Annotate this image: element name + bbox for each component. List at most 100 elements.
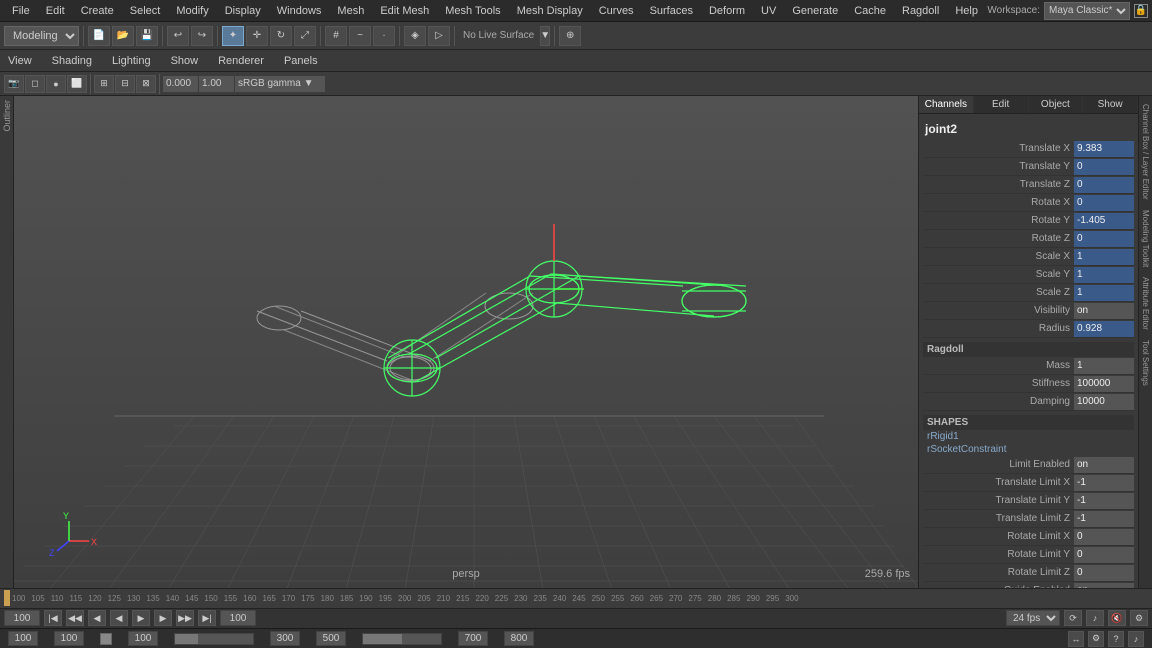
shape-rsocket[interactable]: rSocketConstraint — [923, 443, 1134, 456]
tab-lighting[interactable]: Lighting — [108, 53, 155, 69]
tab-object[interactable]: Object — [1029, 96, 1084, 113]
menu-item-help[interactable]: Help — [947, 3, 986, 19]
tab-shading[interactable]: Shading — [48, 53, 96, 69]
menu-item-windows[interactable]: Windows — [269, 3, 330, 19]
prev-frame-btn[interactable]: ◀ — [88, 610, 106, 626]
menu-item-generate[interactable]: Generate — [784, 3, 846, 19]
end-frame-field[interactable]: 100 — [220, 610, 256, 626]
menu-item-display[interactable]: Display — [217, 3, 269, 19]
render-settings-btn[interactable]: ◈ — [404, 26, 426, 46]
redo-btn[interactable]: ↪ — [191, 26, 213, 46]
menu-item-mesh[interactable]: Mesh — [329, 3, 372, 19]
timeline[interactable]: 100 105 110 115 120 125 130 135 140 145 … — [0, 589, 1152, 609]
exposure-field[interactable]: 0.000 — [163, 76, 198, 92]
shape-rrigid1[interactable]: rRigid1 — [923, 430, 1134, 443]
new-file-btn[interactable]: 📄 — [88, 26, 110, 46]
mode-selector[interactable]: Modeling — [4, 26, 79, 46]
film-gate-btn[interactable]: ⊟ — [115, 75, 135, 93]
menu-item-cache[interactable]: Cache — [846, 3, 894, 19]
status-field-5[interactable]: 500 — [316, 631, 346, 646]
open-file-btn[interactable]: 📂 — [112, 26, 134, 46]
tab-channels[interactable]: Channels — [919, 96, 974, 113]
loop-btn[interactable]: ⟳ — [1064, 610, 1082, 626]
cam-select-btn[interactable]: 📷 — [4, 75, 24, 93]
menu-item-mesh-tools[interactable]: Mesh Tools — [437, 3, 508, 19]
status-icon-4[interactable]: ♪ — [1128, 631, 1144, 647]
edge-tab-modeling-toolkit[interactable]: Modeling Toolkit — [1139, 206, 1152, 271]
menu-item-mesh-display[interactable]: Mesh Display — [509, 3, 591, 19]
go-start-btn[interactable]: |◀ — [44, 610, 62, 626]
start-frame-field[interactable]: 100 — [4, 610, 40, 626]
tab-panels[interactable]: Panels — [280, 53, 322, 69]
menu-item-modify[interactable]: Modify — [168, 3, 216, 19]
snap-grid-btn[interactable]: # — [325, 26, 347, 46]
menu-item-ragdoll[interactable]: Ragdoll — [894, 3, 947, 19]
menu-item-curves[interactable]: Curves — [591, 3, 642, 19]
status-field-3[interactable]: 100 — [128, 631, 158, 646]
step-fwd-btn[interactable]: ▶▶ — [176, 610, 194, 626]
step-back-btn[interactable]: ◀◀ — [66, 610, 84, 626]
construction-history-btn[interactable]: ⊕ — [559, 26, 581, 46]
color-space-select[interactable]: sRGB gamma ▼ — [235, 76, 325, 92]
status-field-6[interactable]: 700 — [458, 631, 488, 646]
mute-btn[interactable]: 🔇 — [1108, 610, 1126, 626]
edge-tab-channel-box[interactable]: Channel Box / Layer Editor — [1139, 100, 1152, 204]
color-swatch[interactable] — [100, 633, 112, 645]
save-file-btn[interactable]: 💾 — [136, 26, 158, 46]
tab-show[interactable]: Show — [1083, 96, 1138, 113]
status-field-2[interactable]: 100 — [54, 631, 84, 646]
go-end-btn[interactable]: ▶| — [198, 610, 216, 626]
range-bar-1[interactable] — [174, 633, 254, 645]
status-field-7[interactable]: 800 — [504, 631, 534, 646]
snap-point-btn[interactable]: · — [373, 26, 395, 46]
timeline-playhead[interactable] — [4, 590, 10, 606]
status-field-1[interactable]: 100 — [8, 631, 38, 646]
tab-renderer[interactable]: Renderer — [214, 53, 268, 69]
render-btn[interactable]: ▷ — [428, 26, 450, 46]
menu-item-create[interactable]: Create — [73, 3, 122, 19]
smooth-btn[interactable]: ● — [46, 75, 66, 93]
play-fwd-btn[interactable]: ▶ — [132, 610, 150, 626]
settings-btn[interactable]: ⚙ — [1130, 610, 1148, 626]
tab-show[interactable]: Show — [167, 53, 203, 69]
gamma-field[interactable]: 1.00 — [199, 76, 234, 92]
viewport[interactable]: Translate ` — [14, 96, 918, 588]
attr-translate-limit-x: Translate Limit X -1 — [923, 474, 1134, 492]
status-icon-1[interactable]: ↔ — [1068, 631, 1084, 647]
menu-item-edit[interactable]: Edit — [38, 3, 73, 19]
select-tool-btn[interactable]: ✦ — [222, 26, 244, 46]
attr-rotate-x: Rotate X 0 — [923, 194, 1134, 212]
range-bar-2[interactable] — [362, 633, 442, 645]
resolution-gate-btn[interactable]: ⊠ — [136, 75, 156, 93]
status-field-4[interactable]: 300 — [270, 631, 300, 646]
menu-item-file[interactable]: File — [4, 3, 38, 19]
next-frame-btn[interactable]: ▶ — [154, 610, 172, 626]
edge-tab-attribute-editor[interactable]: Attribute Editor — [1139, 273, 1152, 334]
menu-item-select[interactable]: Select — [122, 3, 169, 19]
move-tool-btn[interactable]: ✛ — [246, 26, 268, 46]
attr-translate-limit-z: Translate Limit Z -1 — [923, 510, 1134, 528]
tab-view[interactable]: View — [4, 53, 36, 69]
edge-tab-tool-settings[interactable]: Tool Settings — [1139, 336, 1152, 390]
menu-item-surfaces[interactable]: Surfaces — [642, 3, 701, 19]
menu-item-deform[interactable]: Deform — [701, 3, 753, 19]
lock-icon: 🔒 — [1134, 4, 1148, 18]
audio-btn[interactable]: ♪ — [1086, 610, 1104, 626]
status-icon-3[interactable]: ? — [1108, 631, 1124, 647]
live-surface-dropdown[interactable]: ▼ — [540, 26, 550, 46]
rotate-tool-btn[interactable]: ↻ — [270, 26, 292, 46]
scale-tool-btn[interactable]: ⤢ — [294, 26, 316, 46]
wireframe-btn[interactable]: ◻ — [25, 75, 45, 93]
grid-toggle-btn[interactable]: ⊞ — [94, 75, 114, 93]
status-icon-2[interactable]: ⚙ — [1088, 631, 1104, 647]
undo-btn[interactable]: ↩ — [167, 26, 189, 46]
menu-item-edit-mesh[interactable]: Edit Mesh — [372, 3, 437, 19]
fps-selector[interactable]: 24 fps 30 fps — [1006, 610, 1060, 626]
bounding-box-btn[interactable]: ⬜ — [67, 75, 87, 93]
tab-edit[interactable]: Edit — [974, 96, 1029, 113]
menu-item-uv[interactable]: UV — [753, 3, 784, 19]
workspace-select[interactable]: Maya Classic* — [1044, 2, 1130, 20]
status-bar: 100 100 100 300 500 700 800 ↔ ⚙ ? ♪ — [0, 628, 1152, 648]
play-back-btn[interactable]: ◀ — [110, 610, 128, 626]
snap-curve-btn[interactable]: ~ — [349, 26, 371, 46]
